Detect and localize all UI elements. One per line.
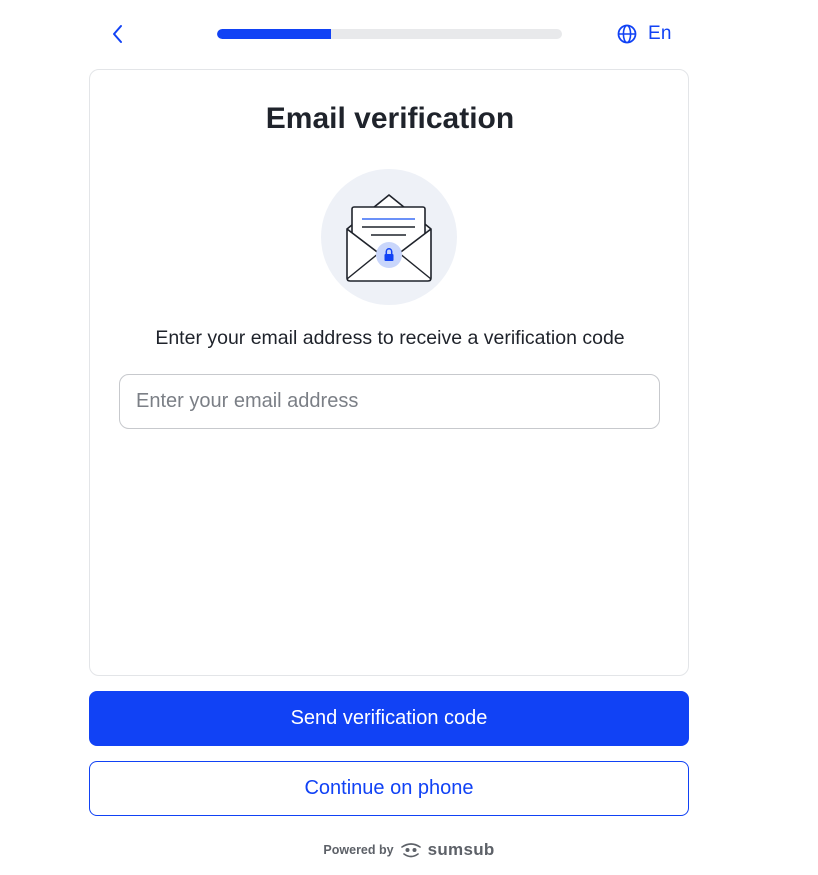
language-selector[interactable]: En	[616, 20, 672, 48]
envelope-lock-icon	[321, 169, 457, 305]
language-label: En	[648, 23, 672, 44]
instruction-text: Enter your email address to receive a ve…	[155, 327, 625, 349]
powered-by-footer: Powered by sumsub	[0, 838, 818, 862]
powered-by-label: Powered by	[323, 843, 394, 857]
brand-name: sumsub	[427, 840, 495, 859]
sumsub-logo-icon	[400, 843, 421, 858]
page-title: Email verification	[265, 102, 515, 135]
progress-bar	[217, 29, 562, 39]
chevron-left-icon	[113, 25, 122, 43]
send-verification-code-button[interactable]: Send verification code	[89, 691, 689, 746]
header: En	[0, 0, 818, 68]
verification-card: Email verification Enter your email addr…	[89, 69, 689, 676]
progress-bar-fill	[217, 29, 331, 39]
globe-icon	[617, 24, 637, 44]
email-input[interactable]	[119, 374, 660, 429]
back-button[interactable]	[104, 20, 132, 48]
continue-on-phone-button[interactable]: Continue on phone	[89, 761, 689, 816]
